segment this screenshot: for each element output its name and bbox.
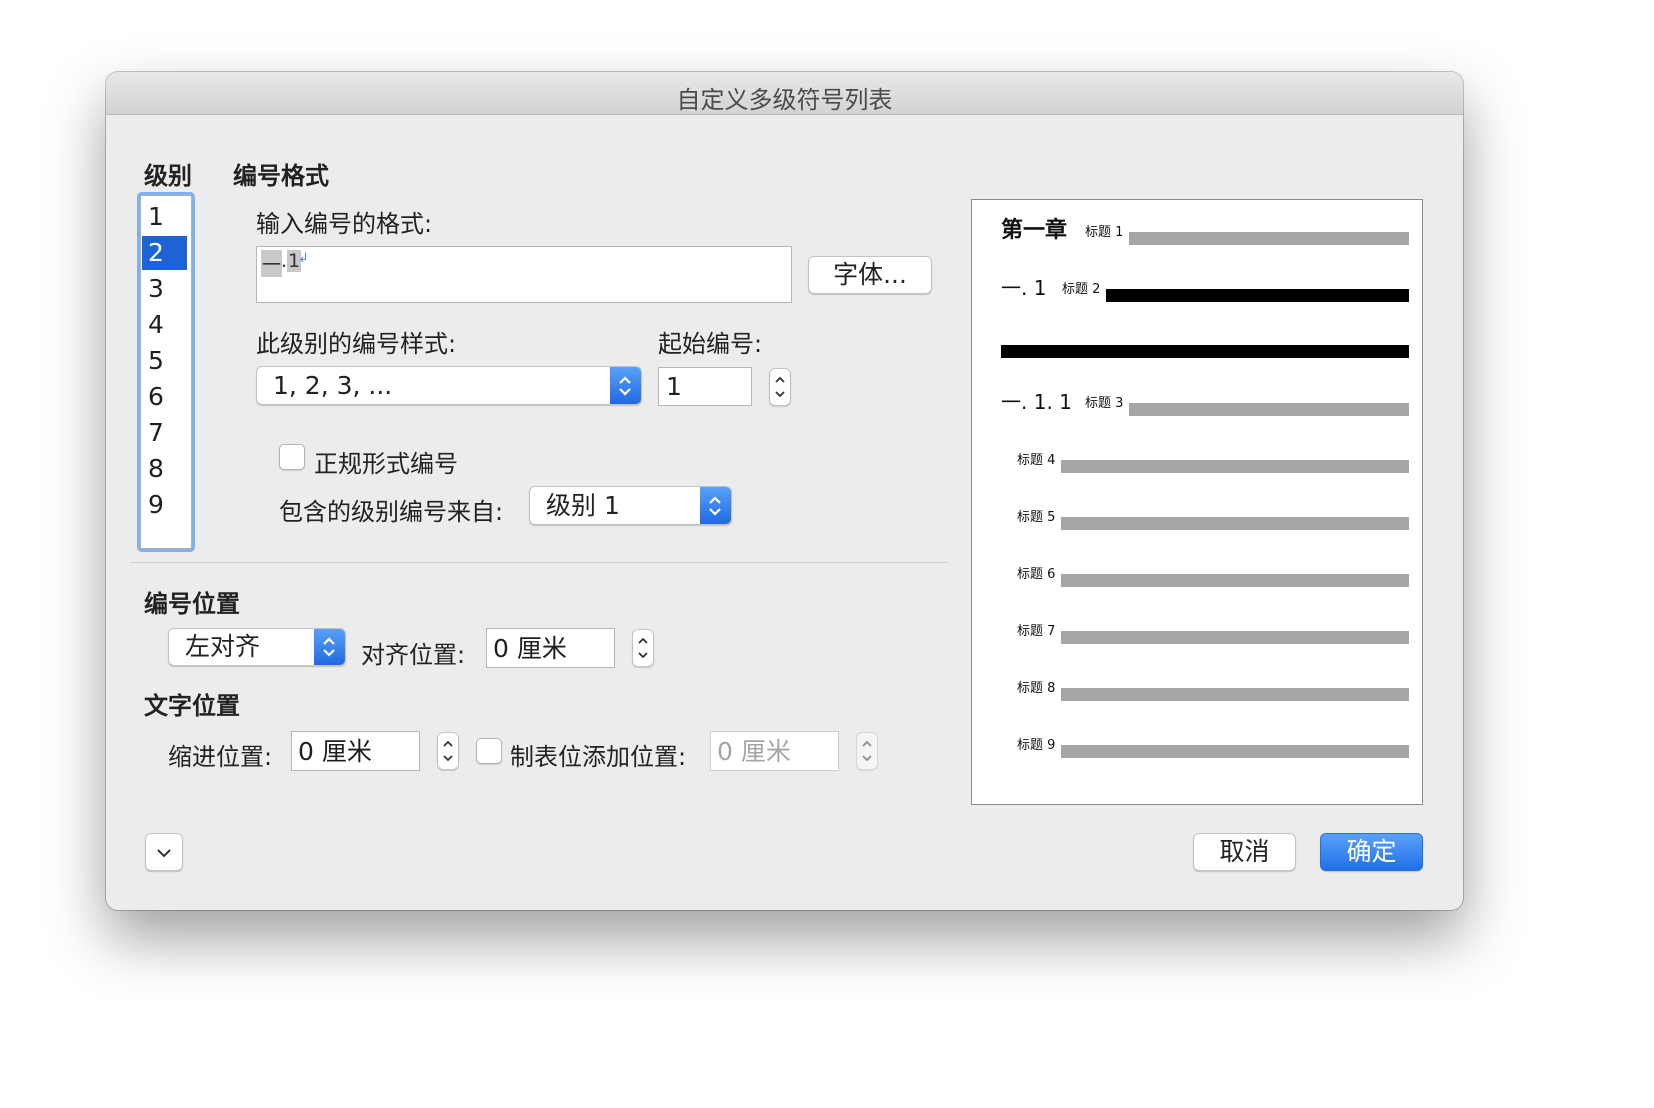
level-item-selected[interactable]: 2 [142, 236, 187, 270]
include-level-select[interactable]: 级别 1 [529, 486, 732, 525]
start-at-label: 起始编号: [658, 330, 763, 358]
preview-level2-number: 一. 1 [1001, 276, 1047, 300]
tab-stop-checkbox[interactable] [476, 738, 502, 764]
number-format-input[interactable]: 一 . 1 ↲ [256, 246, 792, 303]
number-style-value: 1, 2, 3, ... [273, 371, 393, 400]
level-list[interactable]: 1 2 3 4 5 6 7 8 9 [140, 195, 192, 549]
section-divider [130, 562, 948, 563]
legal-numbering-label: 正规形式编号 [314, 450, 458, 478]
include-level-label: 包含的级别编号来自: [279, 498, 504, 526]
dialog-window: 自定义多级符号列表 级别 编号格式 1 2 3 4 5 6 7 8 9 输入编号… [106, 72, 1463, 910]
start-at-stepper[interactable] [769, 368, 791, 406]
stepper-arrows-icon [443, 740, 453, 762]
text-position-heading: 文字位置 [144, 692, 240, 720]
preview-line [1061, 460, 1409, 473]
level-item[interactable]: 6 [142, 380, 187, 414]
alignment-select[interactable]: 左对齐 [168, 628, 346, 666]
stepper-arrows-icon [775, 376, 785, 398]
font-button[interactable]: 字体... [808, 256, 932, 294]
tab-stop-input[interactable]: 0 厘米 [710, 731, 839, 771]
preview-heading-label: 标题 2 [1062, 282, 1101, 297]
level-item[interactable]: 5 [142, 344, 187, 378]
number-style-label: 此级别的编号样式: [256, 330, 457, 358]
alignment-value: 左对齐 [185, 632, 261, 661]
tab-stop-label: 制表位添加位置: [510, 743, 687, 771]
number-position-heading: 编号位置 [144, 590, 240, 618]
preview-line-selected [1106, 289, 1409, 302]
preview-line [1061, 745, 1409, 758]
indent-at-input[interactable]: 0 厘米 [291, 731, 420, 771]
legal-numbering-checkbox[interactable] [279, 444, 305, 470]
include-level-value: 级别 1 [546, 491, 620, 520]
number-format-heading: 编号格式 [233, 162, 329, 190]
select-arrows-icon [700, 487, 731, 524]
enter-format-label: 输入编号的格式: [256, 210, 433, 238]
ok-button[interactable]: 确定 [1320, 833, 1423, 871]
chevron-down-icon [157, 849, 171, 858]
number-style-select[interactable]: 1, 2, 3, ... [256, 366, 642, 405]
level-item[interactable]: 8 [142, 452, 187, 486]
preview-heading-label: 标题 8 [1017, 681, 1056, 696]
level-item[interactable]: 4 [142, 308, 187, 342]
dialog-title: 自定义多级符号列表 [676, 86, 893, 114]
level-item[interactable]: 1 [142, 200, 187, 234]
aligned-at-label: 对齐位置: [361, 641, 466, 669]
preview-heading-label: 标题 6 [1017, 567, 1056, 582]
title-bar[interactable]: 自定义多级符号列表 [106, 72, 1463, 115]
preview-chapter-number: 第一章 [1001, 218, 1068, 243]
select-arrows-icon [610, 367, 641, 404]
indent-at-label: 缩进位置: [168, 743, 273, 771]
preview-level3-number: 一. 1. 1 [1001, 390, 1072, 414]
list-preview: 第一章 标题 1 一. 1 标题 2 一. 1. 1 标题 3 标题 4 标题 … [971, 199, 1423, 805]
aligned-at-input[interactable]: 0 厘米 [486, 628, 615, 668]
expand-options-button[interactable] [145, 833, 183, 871]
level-heading: 级别 [144, 162, 192, 190]
cancel-button[interactable]: 取消 [1193, 833, 1296, 871]
preview-heading-label: 标题 4 [1017, 453, 1056, 468]
preview-heading-label: 标题 9 [1017, 738, 1056, 753]
select-arrows-icon [314, 629, 345, 665]
preview-line-selected [1001, 345, 1409, 358]
preview-line [1061, 517, 1409, 530]
stepper-arrows-icon [638, 637, 648, 659]
preview-line [1061, 631, 1409, 644]
preview-heading-label: 标题 1 [1085, 225, 1124, 240]
stepper-arrows-icon [862, 740, 872, 762]
aligned-at-stepper[interactable] [632, 629, 654, 667]
return-mark-icon: ↲ [298, 251, 309, 266]
format-field-code: 一 [261, 250, 283, 277]
preview-line [1129, 403, 1409, 416]
preview-line [1061, 688, 1409, 701]
level-item[interactable]: 7 [142, 416, 187, 450]
preview-line [1129, 232, 1409, 245]
preview-heading-label: 标题 3 [1085, 396, 1124, 411]
preview-heading-label: 标题 7 [1017, 624, 1056, 639]
start-at-input[interactable]: 1 [658, 367, 752, 406]
preview-line [1061, 574, 1409, 587]
level-item[interactable]: 9 [142, 488, 187, 522]
indent-at-stepper[interactable] [437, 732, 459, 770]
tab-stop-stepper[interactable] [856, 732, 878, 770]
level-item[interactable]: 3 [142, 272, 187, 306]
preview-heading-label: 标题 5 [1017, 510, 1056, 525]
